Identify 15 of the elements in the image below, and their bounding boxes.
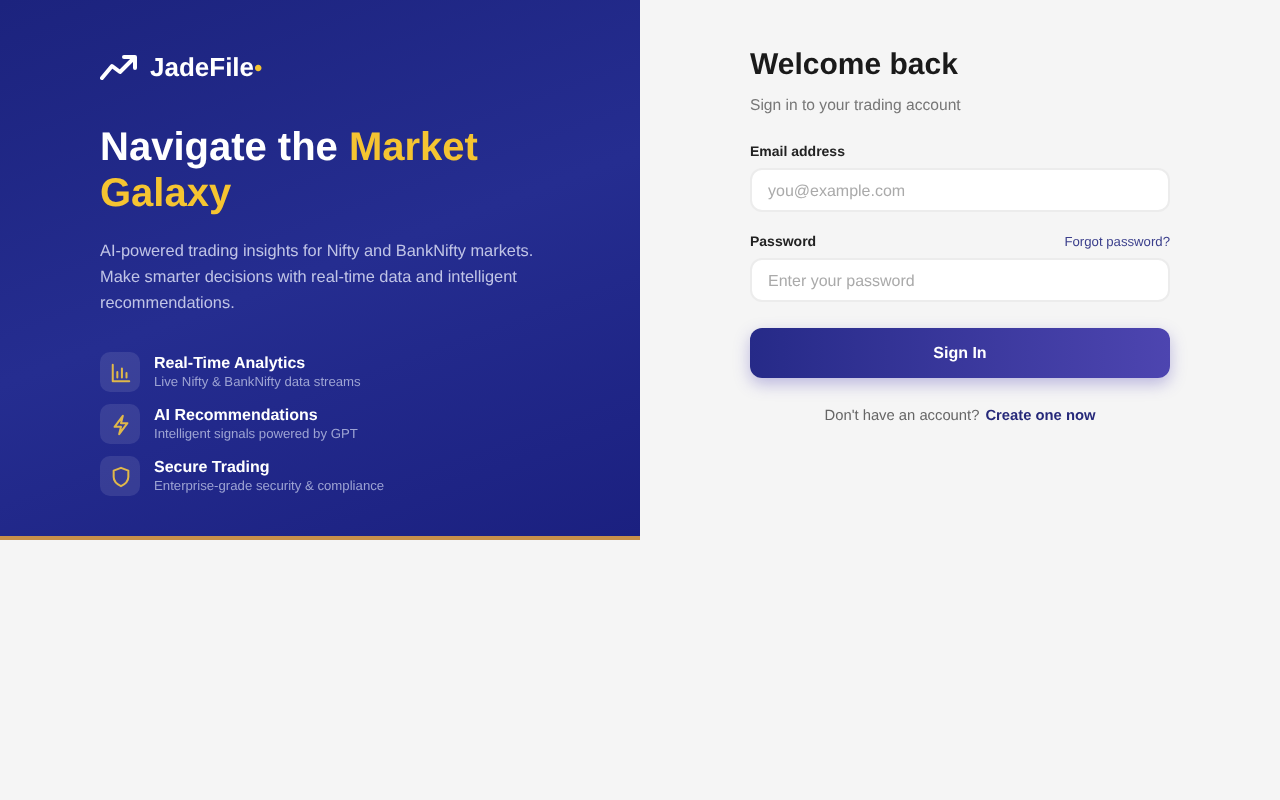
trend-icon [100,54,138,80]
email-field[interactable]: you@example.com [750,168,1170,212]
hero-title: Navigate the Market Galaxy [100,126,480,218]
feature-title: Real-Time Analytics [154,354,308,372]
sign-in-button[interactable]: Sign In [750,328,1170,378]
form-title: Welcome back [750,48,960,82]
feature-title: Secure Trading [154,458,272,476]
feature-icon [100,404,140,444]
feature-icon [100,352,140,392]
brand-name: JadeFile [150,52,255,82]
hero-description: AI-powered trading insights for Nifty and BankNifty markets. Make smarter decisions with real-time data and intelligent recommendations. [100,240,536,316]
feature-icon [100,456,140,496]
password-field[interactable]: Enter your password [750,258,1170,302]
brand-dot: • [254,53,263,81]
feature-title: AI Recommendations [154,406,320,424]
